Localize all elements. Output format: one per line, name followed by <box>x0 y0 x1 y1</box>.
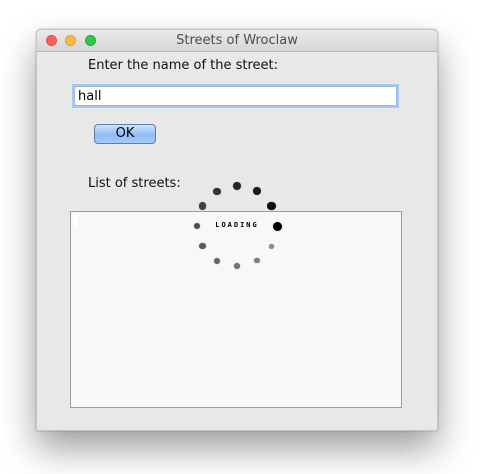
street-name-input[interactable] <box>74 86 397 106</box>
spinner-dot <box>269 243 275 249</box>
spinner-dot <box>267 201 276 211</box>
list-cursor <box>73 214 78 227</box>
street-name-label: Enter the name of the street: <box>88 58 279 73</box>
title-bar[interactable]: Streets of Wroclaw <box>37 30 437 52</box>
ok-button[interactable]: OK <box>94 124 156 144</box>
spinner-dot <box>199 242 206 250</box>
spinner-dot <box>233 182 241 190</box>
spinner-dot <box>234 263 240 269</box>
loading-text: LOADING <box>215 221 259 229</box>
spinner-dot <box>198 202 206 210</box>
street-list-label: List of streets: <box>88 176 181 191</box>
spinner-dot <box>254 257 260 264</box>
spinner-dot <box>213 257 221 264</box>
loading-spinner: LOADING <box>187 176 287 276</box>
spinner-dot <box>272 221 282 231</box>
spinner-dot <box>213 187 221 196</box>
app-window: Streets of Wroclaw Enter the name of the… <box>36 29 438 431</box>
window-title: Streets of Wroclaw <box>176 33 298 48</box>
spinner-dot <box>252 187 262 196</box>
